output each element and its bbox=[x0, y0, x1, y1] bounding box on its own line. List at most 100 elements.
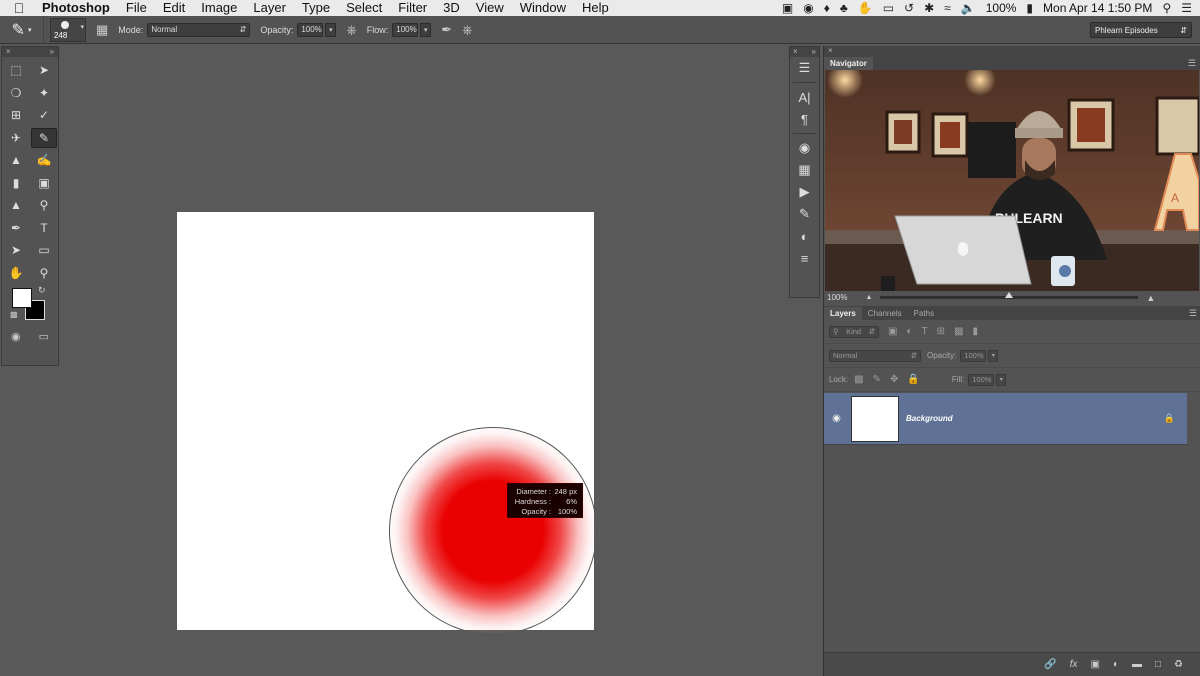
battery-percent[interactable]: 100% bbox=[986, 1, 1017, 15]
tools-panel-titlebar[interactable]: × » bbox=[2, 47, 58, 57]
menu-help[interactable]: Help bbox=[574, 0, 617, 16]
bluetooth-icon[interactable]: ✱ bbox=[924, 1, 934, 15]
lock-transparent-icon[interactable]: ▩ bbox=[854, 374, 863, 385]
add-mask-icon[interactable]: ▣ bbox=[1090, 659, 1099, 670]
history-brush-tool-icon[interactable]: ✍ bbox=[31, 150, 57, 171]
hand-icon[interactable]: ✋ bbox=[858, 1, 873, 15]
shape-tool-icon[interactable]: ▭ bbox=[31, 240, 57, 261]
layer-name[interactable]: Background bbox=[906, 414, 953, 423]
swap-colors-icon[interactable]: ↻ bbox=[38, 285, 46, 296]
panel-menu-icon[interactable]: ☰ bbox=[1189, 308, 1197, 319]
link-layers-icon[interactable]: 🔗 bbox=[1044, 659, 1056, 670]
zoom-tool-icon[interactable]: ⚲ bbox=[31, 263, 57, 284]
gradient-tool-icon[interactable]: ▣ bbox=[31, 173, 57, 194]
close-icon[interactable]: × bbox=[828, 46, 833, 56]
filter-shape-icon[interactable]: ⊞ bbox=[937, 326, 945, 337]
lasso-tool-icon[interactable]: ❍ bbox=[3, 83, 29, 104]
filter-type-icon[interactable]: T bbox=[922, 326, 928, 337]
filter-pixel-icon[interactable]: ▣ bbox=[888, 326, 897, 337]
menu-file[interactable]: File bbox=[118, 0, 155, 16]
actions-panel-icon[interactable]: ▶ bbox=[790, 181, 819, 203]
flow-slider-toggle[interactable]: ▾ bbox=[420, 22, 432, 37]
brush-preset-picker[interactable]: 248 ▾ bbox=[50, 17, 86, 42]
pressure-opacity-icon[interactable]: ⎈ bbox=[346, 22, 356, 38]
dodge-tool-icon[interactable]: ⚲ bbox=[31, 195, 57, 216]
creative-cloud-icon[interactable]: ◉ bbox=[803, 1, 813, 15]
notification-center-icon[interactable]: ☰ bbox=[1181, 1, 1192, 15]
move-tool-icon[interactable]: ➤ bbox=[31, 60, 57, 81]
adjustments-panel-icon[interactable]: ◐ bbox=[790, 225, 819, 247]
brush-tool-icon[interactable]: ✎ bbox=[31, 127, 57, 148]
opacity-slider-toggle[interactable]: ▾ bbox=[325, 22, 337, 37]
lock-position-icon[interactable]: ✥ bbox=[890, 374, 898, 385]
properties-panel-icon[interactable]: ≡ bbox=[790, 247, 819, 269]
filter-toggle-icon[interactable]: ▮ bbox=[972, 326, 978, 337]
fill-input[interactable]: 100% bbox=[968, 373, 995, 386]
filter-smart-object-icon[interactable]: ▩ bbox=[954, 326, 963, 337]
path-selection-tool-icon[interactable]: ➤ bbox=[3, 240, 29, 261]
notification-bell-icon[interactable]: ♦ bbox=[824, 1, 830, 15]
tool-preset-picker[interactable]: ✎ ▾ bbox=[0, 15, 44, 44]
tab-navigator[interactable]: Navigator bbox=[824, 57, 873, 70]
airplay-icon[interactable]: ▭ bbox=[883, 1, 894, 15]
new-group-folder-icon[interactable]: ▬ bbox=[1132, 659, 1142, 670]
magic-wand-tool-icon[interactable]: ✦ bbox=[31, 83, 57, 104]
hand-tool-icon[interactable]: ✋ bbox=[3, 263, 29, 284]
video-icon[interactable]: ▣ bbox=[782, 1, 793, 15]
expand-icon[interactable]: » bbox=[812, 47, 816, 57]
visibility-eye-icon[interactable]: ◉ bbox=[824, 413, 849, 424]
zoom-in-icon[interactable]: ▲ bbox=[1146, 293, 1155, 303]
lock-image-icon[interactable]: ✎ bbox=[873, 374, 881, 385]
navigator-zoom-slider[interactable] bbox=[880, 292, 1139, 299]
fill-slider-toggle[interactable]: ▾ bbox=[996, 373, 1007, 386]
quick-mask-icon[interactable]: ◉ bbox=[11, 330, 21, 343]
brush-presets-panel-icon[interactable]: ◉ bbox=[790, 137, 819, 159]
navigator-preview[interactable]: A PHLEARN bbox=[825, 70, 1199, 291]
apple-menu-icon[interactable]:  bbox=[0, 0, 38, 16]
menu-type[interactable]: Type bbox=[294, 0, 338, 16]
new-adjustment-layer-icon[interactable]: ◐ bbox=[1113, 659, 1119, 670]
panel-menu-icon[interactable]: ☰ bbox=[1188, 58, 1196, 69]
mode-select[interactable]: Normal ⇵ bbox=[147, 22, 251, 37]
zoom-slider-thumb[interactable] bbox=[1005, 292, 1014, 298]
flow-input[interactable]: 100% bbox=[392, 22, 419, 37]
type-tool-icon[interactable]: T bbox=[31, 218, 57, 239]
menu-view[interactable]: View bbox=[468, 0, 512, 16]
new-layer-icon[interactable]: □ bbox=[1155, 659, 1161, 670]
workspace-switcher[interactable]: Phlearn Episodes ⇵ bbox=[1090, 22, 1192, 38]
menu-filter[interactable]: Filter bbox=[390, 0, 435, 16]
spotlight-search-icon[interactable]: ⚲ bbox=[1162, 1, 1171, 15]
dock-titlebar[interactable]: × bbox=[824, 46, 1200, 56]
close-icon[interactable]: × bbox=[6, 47, 11, 57]
screen-mode-icon[interactable]: ▭ bbox=[39, 330, 49, 343]
menu-select[interactable]: Select bbox=[338, 0, 390, 16]
menu-3d[interactable]: 3D bbox=[435, 0, 468, 16]
paragraph-panel-icon[interactable]: ¶ bbox=[790, 108, 819, 130]
eyedropper-tool-icon[interactable]: ✓ bbox=[31, 105, 57, 126]
tab-paths[interactable]: Paths bbox=[908, 307, 940, 320]
clock[interactable]: Mon Apr 14 1:50 PM bbox=[1043, 1, 1152, 15]
marquee-tool-icon[interactable]: ⬚ bbox=[3, 60, 29, 81]
tool-presets-panel-icon[interactable]: ✎ bbox=[790, 203, 819, 225]
time-machine-icon[interactable]: ↺ bbox=[904, 1, 914, 15]
foreground-color-swatch[interactable] bbox=[12, 288, 32, 308]
character-panel-icon[interactable]: A| bbox=[790, 86, 819, 108]
strip-titlebar[interactable]: × » bbox=[790, 47, 819, 57]
close-icon[interactable]: × bbox=[793, 47, 798, 57]
menu-app-name[interactable]: Photoshop bbox=[38, 0, 118, 16]
wifi-icon[interactable]: ≈ bbox=[944, 1, 951, 15]
evernote-icon[interactable]: ♣ bbox=[840, 1, 848, 15]
filter-kind-select[interactable]: ⚲ Kind ⇵ bbox=[829, 325, 879, 338]
tab-channels[interactable]: Channels bbox=[862, 307, 908, 320]
menu-edit[interactable]: Edit bbox=[155, 0, 193, 16]
fx-icon[interactable]: fx bbox=[1070, 659, 1078, 670]
pressure-size-icon[interactable]: ⎈ bbox=[462, 22, 472, 38]
layer-row-background[interactable]: ◉ Background 🔒 bbox=[824, 393, 1187, 445]
layer-opacity-slider-toggle[interactable]: ▾ bbox=[988, 349, 999, 362]
default-colors-icon[interactable]: ▩ bbox=[10, 310, 18, 319]
crop-tool-icon[interactable]: ⊞ bbox=[3, 105, 29, 126]
menu-image[interactable]: Image bbox=[193, 0, 245, 16]
blur-tool-icon[interactable]: ▲ bbox=[3, 195, 29, 216]
collapse-icon[interactable]: » bbox=[50, 47, 54, 57]
menu-window[interactable]: Window bbox=[512, 0, 574, 16]
